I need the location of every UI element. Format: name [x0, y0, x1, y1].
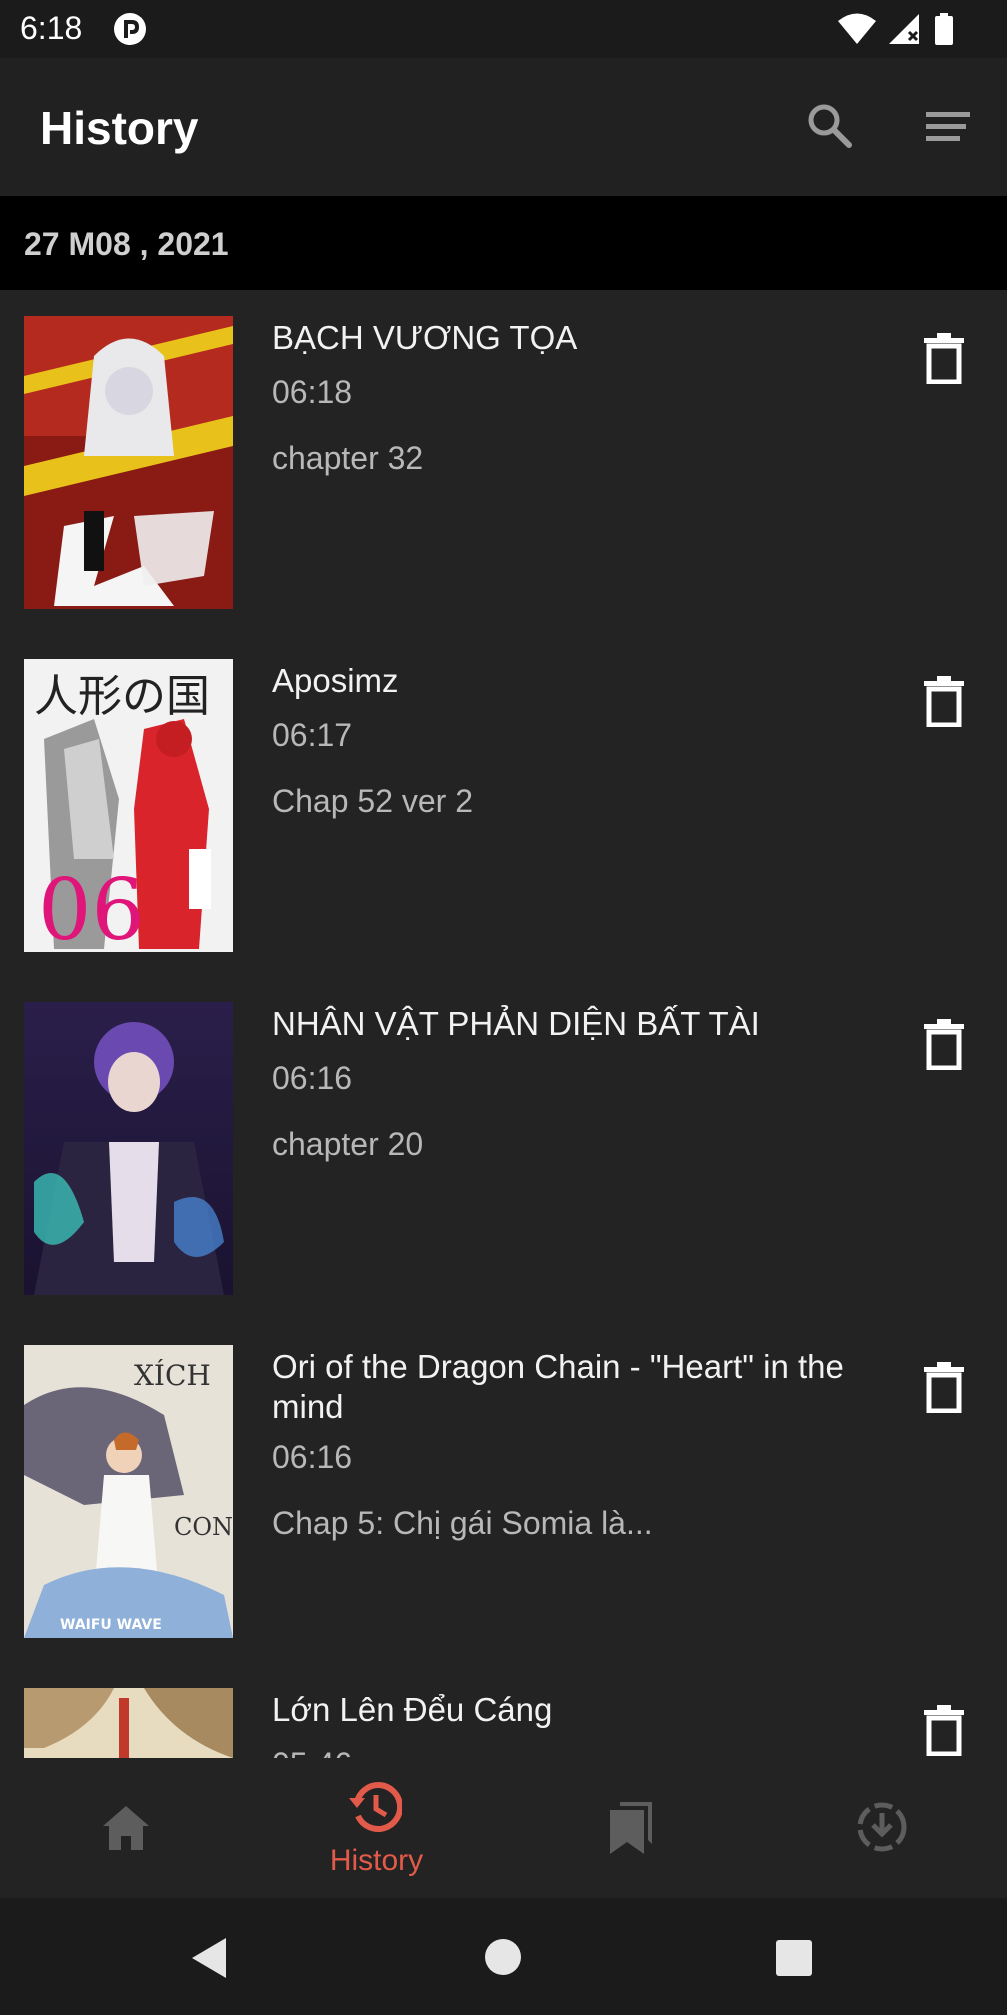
sort-icon[interactable]: [924, 104, 974, 150]
list-item[interactable]: BẠCH VƯƠNG TỌA 06:18 chapter 32: [0, 290, 1007, 633]
manga-cover-image: XÍCH CON WAIFU WAVE: [24, 1345, 233, 1638]
chapter-label: chapter 20: [272, 1126, 424, 1162]
nav-home[interactable]: [0, 1758, 251, 1898]
nav-downloads[interactable]: [754, 1758, 1005, 1898]
read-time: 06:16: [272, 1060, 353, 1096]
svg-text:CON: CON: [174, 1513, 233, 1541]
read-time: 06:17: [272, 717, 353, 753]
manga-title: Lớn Lên Đểu Cáng: [272, 1691, 553, 1728]
date-group-header: 27 M08 , 2021: [0, 196, 1007, 290]
status-icons: [837, 12, 955, 46]
chapter-label: chapter 32: [272, 440, 424, 476]
manga-cover-image: [24, 1688, 233, 1758]
list-item[interactable]: 人形の国 06 Aposimz 06:17 Chap 52 ver 2: [0, 633, 1007, 976]
recents-icon[interactable]: [774, 1938, 814, 1978]
manga-title: Aposimz: [272, 662, 399, 699]
history-list[interactable]: BẠCH VƯƠNG TỌA 06:18 chapter 32 人形の国 06 …: [0, 290, 1007, 1758]
manga-title: BẠCH VƯƠNG TỌA: [272, 319, 578, 356]
list-item[interactable]: Lớn Lên Đểu Cáng 05:46: [0, 1662, 1007, 1758]
signal-icon: [889, 14, 919, 44]
list-item[interactable]: NHÂN VẬT PHẢN DIỆN BẤT TÀI 06:16 chapter…: [0, 976, 1007, 1319]
bookmarks-icon[interactable]: [604, 1800, 658, 1854]
search-icon[interactable]: [804, 100, 854, 150]
delete-icon[interactable]: [918, 675, 970, 727]
nav-library[interactable]: [503, 1758, 754, 1898]
status-bar: 6:18: [0, 0, 1007, 58]
list-item[interactable]: XÍCH CON WAIFU WAVE Ori of the Dragon Ch…: [0, 1319, 1007, 1662]
nav-history[interactable]: History: [251, 1758, 502, 1898]
svg-text:XÍCH: XÍCH: [134, 1359, 211, 1392]
app-bar: History: [0, 58, 1007, 196]
read-time: 06:18: [272, 374, 353, 410]
status-time: 6:18: [20, 10, 83, 46]
home-button-icon[interactable]: [484, 1938, 522, 1976]
delete-icon[interactable]: [918, 1704, 970, 1756]
back-icon[interactable]: [188, 1936, 230, 1980]
delete-icon[interactable]: [918, 1361, 970, 1413]
svg-text:人形の国: 人形の国: [34, 671, 210, 722]
chapter-label: Chap 52 ver 2: [272, 783, 474, 819]
wifi-icon: [838, 13, 876, 44]
download-icon[interactable]: [855, 1800, 909, 1854]
home-icon[interactable]: [99, 1802, 153, 1856]
history-icon[interactable]: [348, 1780, 402, 1834]
battery-icon: [935, 13, 953, 45]
svg-text:06: 06: [38, 861, 145, 952]
system-navigation-bar: [0, 1898, 1007, 2015]
date-label: 27 M08 , 2021: [24, 226, 229, 262]
manga-cover-image: [24, 1002, 233, 1295]
read-time: 05:46: [272, 1746, 352, 1758]
manga-cover-image: 人形の国 06: [24, 659, 233, 952]
svg-text:WAIFU WAVE: WAIFU WAVE: [60, 1617, 162, 1633]
read-time: 06:16: [272, 1439, 353, 1475]
page-title: History: [40, 102, 199, 154]
app-notification-icon: [114, 13, 146, 45]
bottom-navigation: History: [0, 1758, 1007, 1898]
manga-cover-image: [24, 316, 233, 609]
chapter-label: Chap 5: Chị gái Somia là...: [272, 1505, 653, 1541]
nav-history-label: History: [329, 1844, 424, 1877]
delete-icon[interactable]: [918, 1018, 970, 1070]
delete-icon[interactable]: [918, 332, 970, 384]
manga-title: Ori of the Dragon Chain - "Heart" in the…: [272, 1348, 844, 1425]
manga-title: NHÂN VẬT PHẢN DIỆN BẤT TÀI: [272, 1005, 760, 1042]
